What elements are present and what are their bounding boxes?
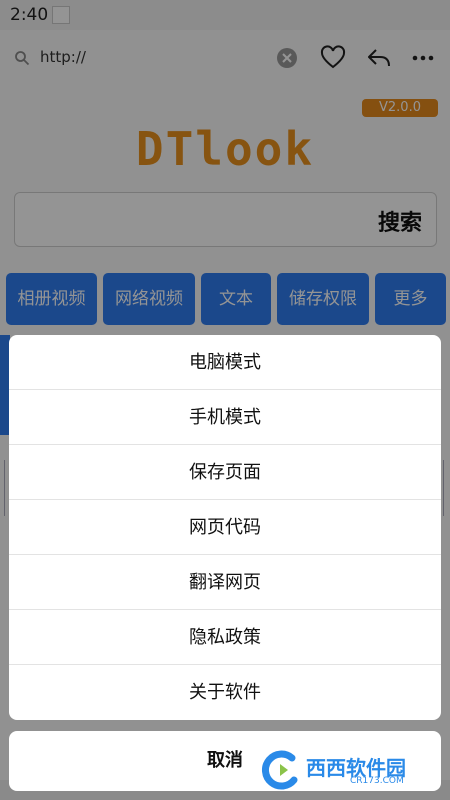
- menu-item-desktop-mode[interactable]: 电脑模式: [9, 335, 441, 390]
- menu-item-mobile-mode[interactable]: 手机模式: [9, 390, 441, 445]
- menu-item-save-page[interactable]: 保存页面: [9, 445, 441, 500]
- menu-item-page-source[interactable]: 网页代码: [9, 500, 441, 555]
- menu-item-privacy-policy[interactable]: 隐私政策: [9, 610, 441, 665]
- watermark-url: CR173.COM: [350, 776, 404, 786]
- watermark: 西西软件园 CR173.COM: [258, 748, 440, 792]
- menu-item-about[interactable]: 关于软件: [9, 665, 441, 720]
- action-sheet: 电脑模式 手机模式 保存页面 网页代码 翻译网页 隐私政策 关于软件: [9, 335, 441, 720]
- menu-item-translate[interactable]: 翻译网页: [9, 555, 441, 610]
- watermark-logo-icon: [261, 750, 298, 790]
